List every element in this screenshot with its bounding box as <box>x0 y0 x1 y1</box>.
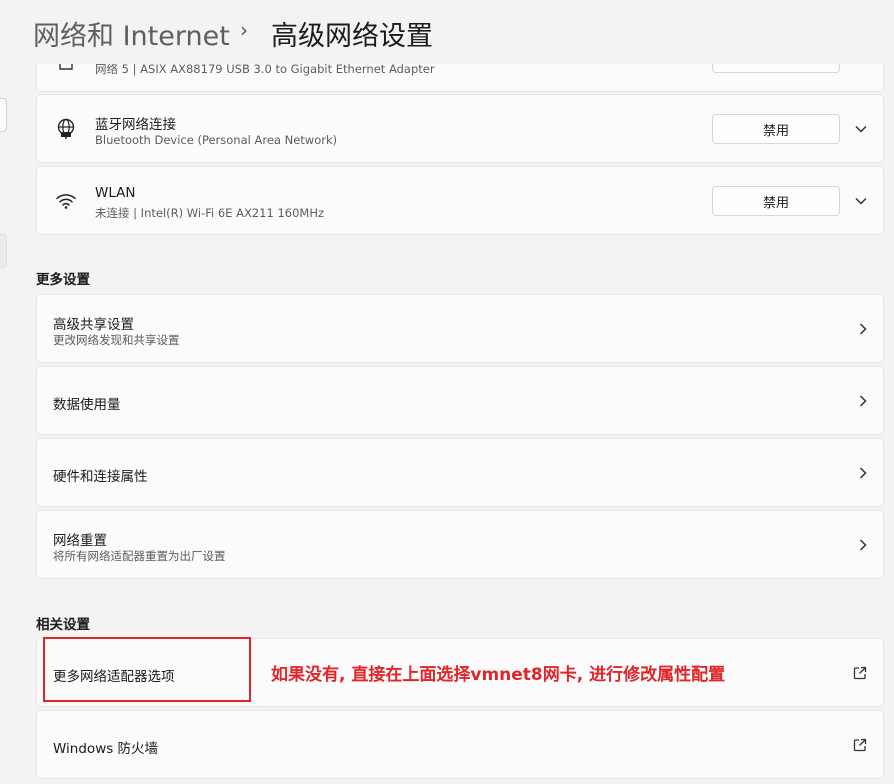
wifi-icon <box>54 167 78 234</box>
adapter-card-wlan[interactable]: WLAN 未连接 | Intel(R) Wi-Fi 6E AX211 160MH… <box>36 166 884 235</box>
adapter-description: 未连接 | Intel(R) Wi-Fi 6E AX211 160MHz <box>95 206 325 220</box>
chevron-right-icon <box>859 295 867 362</box>
open-external-icon <box>853 639 867 706</box>
settings-item-windows-firewall[interactable]: Windows 防火墙 <box>36 710 884 779</box>
page-title: 高级网络设置 <box>271 21 433 52</box>
breadcrumb-parent[interactable]: 网络和 Internet <box>33 14 230 53</box>
settings-item-advanced-sharing[interactable]: 高级共享设置 更改网络发现和共享设置 <box>36 294 884 363</box>
disable-button[interactable]: 禁用 <box>712 186 840 216</box>
adapter-name: 蓝牙网络连接 <box>95 117 176 133</box>
adapter-card-bluetooth[interactable]: 蓝牙网络连接 Bluetooth Device (Personal Area N… <box>36 94 884 163</box>
settings-item-hardware-properties[interactable]: 硬件和连接属性 <box>36 438 884 507</box>
chevron-right-icon <box>859 439 867 506</box>
settings-item-title: 硬件和连接属性 <box>53 469 148 485</box>
adapter-description: Bluetooth Device (Personal Area Network) <box>95 133 338 147</box>
open-external-icon <box>853 711 867 778</box>
section-heading-more-settings: 更多设置 <box>36 272 90 288</box>
globe-network-icon <box>54 95 78 162</box>
settings-item-title: Windows 防火墙 <box>53 741 159 757</box>
settings-item-network-reset[interactable]: 网络重置 将所有网络适配器重置为出厂设置 <box>36 510 884 579</box>
chevron-down-icon[interactable] <box>855 167 867 234</box>
chevron-right-icon <box>859 511 867 578</box>
settings-item-title: 高级共享设置 <box>53 317 134 333</box>
adapter-name: WLAN <box>95 185 136 201</box>
settings-item-title: 数据使用量 <box>53 397 121 413</box>
section-heading-related-settings: 相关设置 <box>36 617 90 633</box>
chevron-down-icon[interactable] <box>855 95 867 162</box>
annotation-text: 如果没有, 直接在上面选择vmnet8网卡, 进行修改属性配置 <box>271 665 726 685</box>
nav-pane-edge[interactable] <box>0 234 7 268</box>
chevron-right-icon <box>859 367 867 434</box>
nav-pane-edge[interactable] <box>0 98 7 132</box>
breadcrumb-separator: › <box>240 18 248 42</box>
settings-item-title: 网络重置 <box>53 533 107 549</box>
annotation-highlight-box <box>43 637 251 702</box>
settings-item-data-usage[interactable]: 数据使用量 <box>36 366 884 435</box>
disable-button[interactable]: 禁用 <box>712 114 840 144</box>
settings-item-subtitle: 更改网络发现和共享设置 <box>53 333 180 347</box>
page-header: 网络和 Internet › 高级网络设置 <box>0 0 894 64</box>
settings-item-subtitle: 将所有网络适配器重置为出厂设置 <box>53 549 226 563</box>
